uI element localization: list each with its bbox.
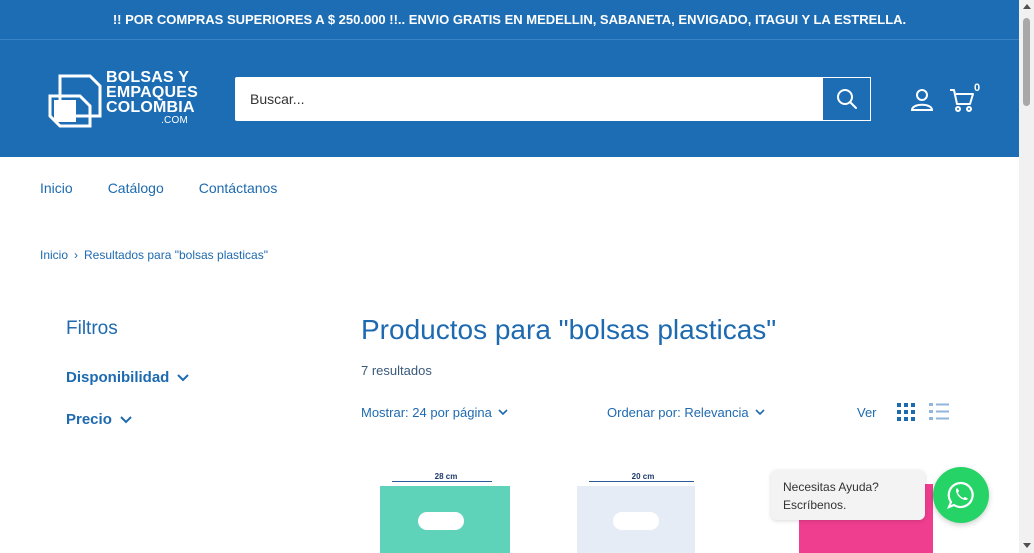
scroll-thumb[interactable]	[1023, 18, 1030, 106]
cart-count-badge: 0	[974, 82, 981, 94]
filter-price[interactable]: Precio	[66, 411, 132, 428]
product-dimension: 20 cm	[631, 472, 655, 481]
product-dimension: 28 cm	[434, 472, 458, 481]
logo-line-3: COLOMBIA	[106, 99, 195, 116]
filters-title: Filtros	[66, 318, 118, 339]
product-card-1[interactable]: 28 cm	[376, 470, 516, 553]
announcement-bar: !! POR COMPRAS SUPERIORES A $ 250.000 !!…	[0, 0, 1019, 40]
logo-suffix: .COM	[161, 115, 188, 126]
chevron-down-icon	[120, 415, 132, 423]
list-view-icon[interactable]	[929, 403, 949, 421]
chevron-down-icon	[755, 409, 765, 416]
search-bar	[235, 77, 871, 121]
logo-wordmark: BOLSAS Y EMPAQUES COLOMBIA .COM	[106, 69, 198, 127]
announcement-text: !! POR COMPRAS SUPERIORES A $ 250.000 !!…	[112, 12, 907, 27]
chevron-down-icon	[498, 409, 508, 416]
breadcrumb-separator: ›	[74, 248, 79, 262]
filter-availability-label: Disponibilidad	[66, 369, 170, 386]
breadcrumb-home[interactable]: Inicio	[40, 248, 68, 262]
breadcrumb: Inicio › Resultados para "bolsas plastic…	[40, 248, 268, 262]
whatsapp-button[interactable]	[933, 467, 989, 523]
whatsapp-icon	[947, 481, 974, 509]
sort-select[interactable]: Ordenar por: Relevancia	[607, 405, 765, 420]
cart-icon[interactable]	[948, 86, 976, 114]
scroll-down-arrow-icon[interactable]	[1023, 543, 1031, 548]
nav-item-contactanos[interactable]: Contáctanos	[199, 180, 278, 196]
chat-line-2: Escríbenos.	[783, 498, 847, 512]
dimension-line	[392, 481, 492, 482]
bag-handle	[613, 512, 659, 530]
bag-handle	[418, 512, 464, 530]
nav-item-inicio[interactable]: Inicio	[40, 180, 73, 196]
chat-prompt[interactable]: Necesitas Ayuda? Escríbenos.	[771, 470, 925, 520]
view-label: Ver	[857, 405, 877, 420]
nav-item-catalogo[interactable]: Catálogo	[108, 180, 164, 196]
search-icon	[836, 89, 857, 109]
scrollbar[interactable]	[1019, 0, 1034, 553]
sort-label: Ordenar por: Relevancia	[607, 405, 749, 420]
chevron-down-icon	[177, 373, 190, 381]
scroll-up-arrow-icon[interactable]	[1023, 4, 1031, 9]
show-per-page-select[interactable]: Mostrar: 24 por página	[361, 405, 508, 420]
filter-price-label: Precio	[66, 411, 112, 428]
site-header: BOLSAS Y EMPAQUES COLOMBIA .COM 0	[0, 40, 1019, 157]
product-image	[577, 486, 695, 553]
account-icon[interactable]	[910, 87, 934, 111]
chat-line-1: Necesitas Ayuda?	[783, 480, 879, 494]
search-input[interactable]	[235, 77, 822, 121]
grid-view-icon[interactable]	[896, 403, 916, 421]
logo-line-2: EMPAQUES	[106, 84, 198, 101]
page-title: Productos para "bolsas plasticas"	[361, 314, 777, 345]
logo-box-icon	[48, 74, 102, 128]
filter-availability[interactable]: Disponibilidad	[66, 369, 190, 386]
product-card-2[interactable]: 20 cm	[573, 470, 713, 553]
dimension-line	[589, 481, 694, 482]
search-button[interactable]	[822, 77, 871, 121]
breadcrumb-current: Resultados para "bolsas plasticas"	[84, 248, 268, 262]
main-nav: Inicio Catálogo Contáctanos	[40, 180, 277, 196]
results-count: 7 resultados	[361, 363, 432, 378]
brand-logo[interactable]: BOLSAS Y EMPAQUES COLOMBIA .COM	[46, 70, 206, 130]
logo-line-1: BOLSAS Y	[106, 69, 190, 86]
product-image	[380, 486, 510, 553]
show-per-page-label: Mostrar: 24 por página	[361, 405, 492, 420]
